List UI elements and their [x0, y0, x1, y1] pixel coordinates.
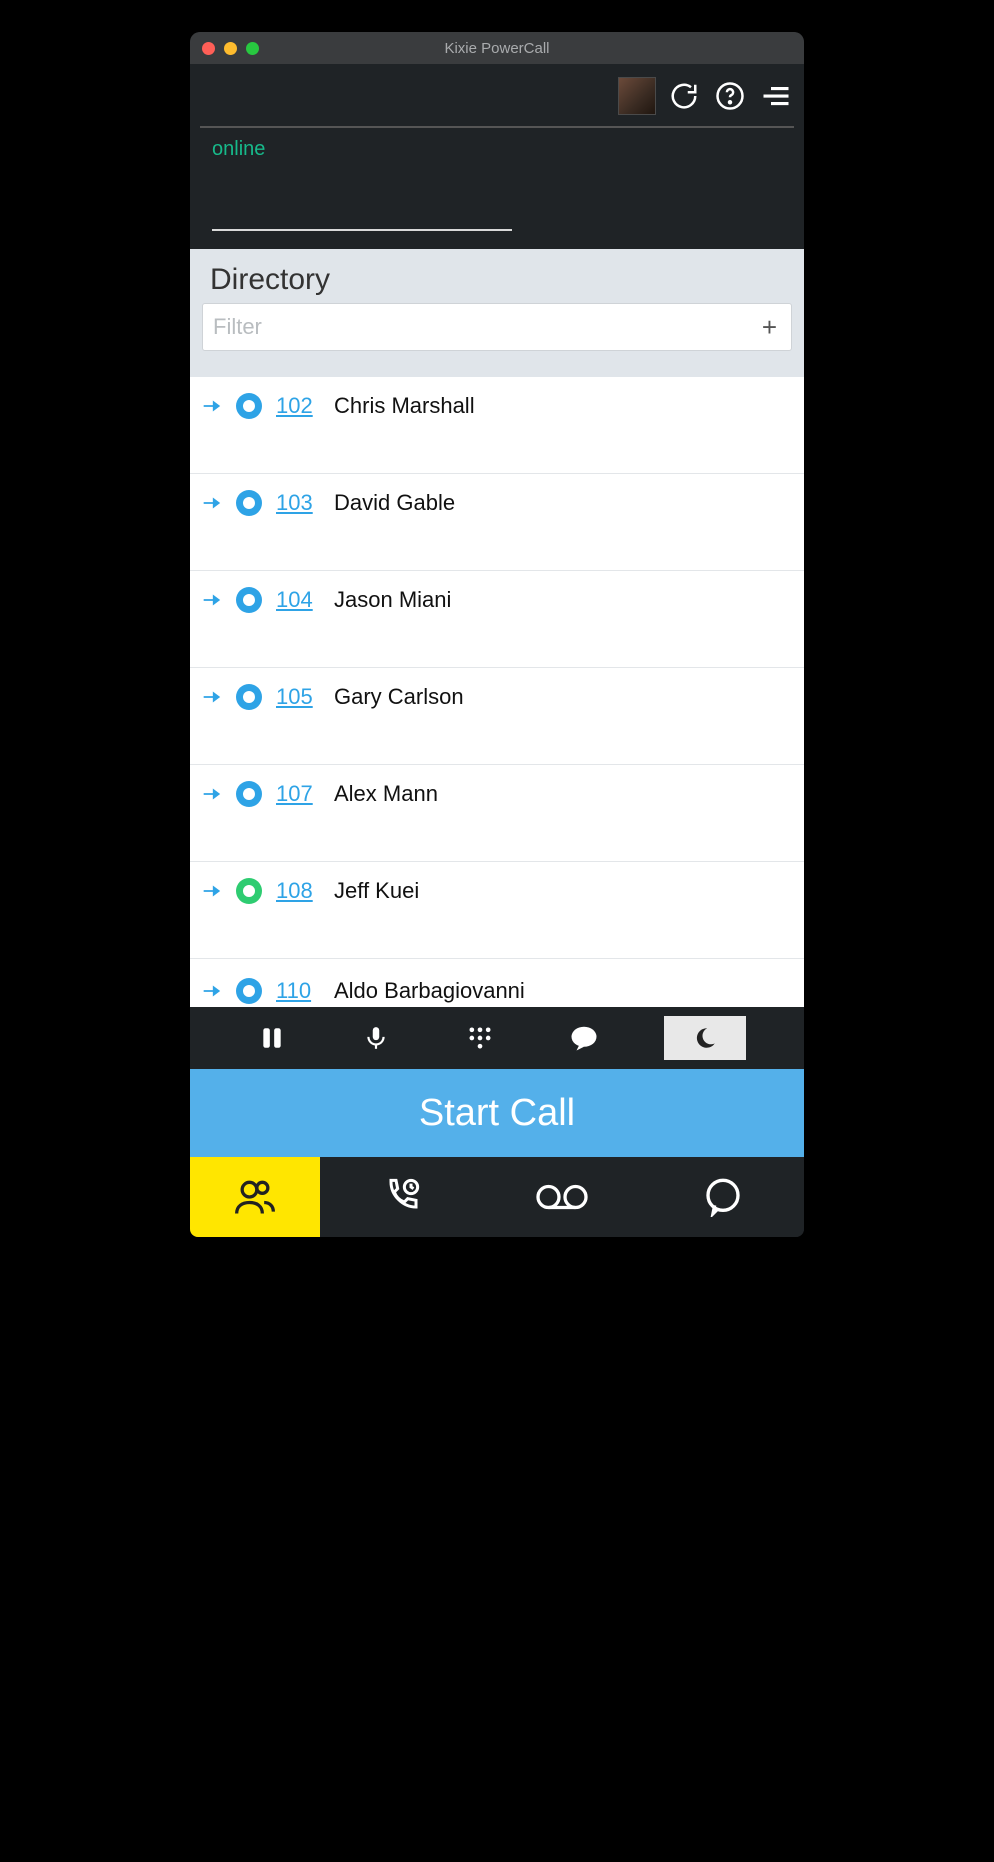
theme-toggle[interactable]: [664, 1016, 746, 1060]
extension-link[interactable]: 104: [276, 587, 320, 613]
header: online: [190, 64, 804, 249]
start-call-button[interactable]: Start Call: [190, 1069, 804, 1157]
transfer-arrow-icon[interactable]: [200, 492, 222, 514]
window-title: Kixie PowerCall: [190, 40, 804, 57]
nav-voicemail[interactable]: [481, 1157, 642, 1237]
extension-link[interactable]: 110: [276, 978, 320, 1004]
help-icon[interactable]: [712, 78, 748, 114]
presence-indicator: [236, 393, 262, 419]
bottom-nav: [190, 1157, 804, 1237]
call-toolbar: [190, 1007, 804, 1069]
dial-input[interactable]: [212, 229, 512, 231]
dialpad-icon[interactable]: [456, 1014, 504, 1062]
contact-name: Jeff Kuei: [334, 878, 419, 904]
presence-indicator: [236, 878, 262, 904]
refresh-icon[interactable]: [666, 78, 702, 114]
presence-indicator: [236, 781, 262, 807]
pause-icon[interactable]: [248, 1014, 296, 1062]
contact-row[interactable]: 110 Aldo Barbagiovanni: [190, 959, 804, 1007]
contact-row[interactable]: 103 David Gable: [190, 474, 804, 571]
contact-row[interactable]: 105 Gary Carlson: [190, 668, 804, 765]
nav-call-history[interactable]: [320, 1157, 481, 1237]
extension-link[interactable]: 108: [276, 878, 320, 904]
app-window: Kixie PowerCall online Directory + 102C: [190, 32, 804, 1237]
presence-indicator: [236, 587, 262, 613]
avatar[interactable]: [618, 77, 656, 115]
contact-row[interactable]: 102 Chris Marshall: [190, 377, 804, 474]
transfer-arrow-icon[interactable]: [200, 783, 222, 805]
extension-link[interactable]: 103: [276, 490, 320, 516]
presence-indicator: [236, 978, 262, 1004]
contact-row[interactable]: 104 Jason Miani: [190, 571, 804, 668]
extension-link[interactable]: 102: [276, 393, 320, 419]
transfer-arrow-icon[interactable]: [200, 395, 222, 417]
filter-field: +: [202, 303, 792, 351]
transfer-arrow-icon[interactable]: [200, 980, 222, 1002]
contact-name: David Gable: [334, 490, 455, 516]
presence-indicator: [236, 490, 262, 516]
extension-link[interactable]: 105: [276, 684, 320, 710]
filter-input[interactable]: [213, 314, 758, 340]
contact-row[interactable]: 107 Alex Mann: [190, 765, 804, 862]
contact-name: Alex Mann: [334, 781, 438, 807]
contact-name: Chris Marshall: [334, 393, 475, 419]
contact-list: 102 Chris Marshall 103 David Gable 104 Jason …: [190, 377, 804, 1007]
extension-link[interactable]: 107: [276, 781, 320, 807]
status-text: online: [212, 138, 782, 161]
contact-name: Aldo Barbagiovanni: [334, 978, 525, 1004]
menu-icon[interactable]: [758, 78, 794, 114]
contact-row[interactable]: 108 Jeff Kuei: [190, 862, 804, 959]
presence-indicator: [236, 684, 262, 710]
nav-messages[interactable]: [643, 1157, 804, 1237]
contact-name: Jason Miani: [334, 587, 451, 613]
directory-panel: Directory +: [190, 249, 804, 377]
transfer-arrow-icon[interactable]: [200, 589, 222, 611]
status-area: online: [200, 128, 794, 249]
titlebar: Kixie PowerCall: [190, 32, 804, 64]
contact-name: Gary Carlson: [334, 684, 464, 710]
nav-contacts[interactable]: [190, 1157, 320, 1237]
add-contact-button[interactable]: +: [758, 312, 781, 343]
chat-icon[interactable]: [560, 1014, 608, 1062]
transfer-arrow-icon[interactable]: [200, 880, 222, 902]
transfer-arrow-icon[interactable]: [200, 686, 222, 708]
microphone-icon[interactable]: [352, 1014, 400, 1062]
directory-title: Directory: [202, 263, 792, 297]
